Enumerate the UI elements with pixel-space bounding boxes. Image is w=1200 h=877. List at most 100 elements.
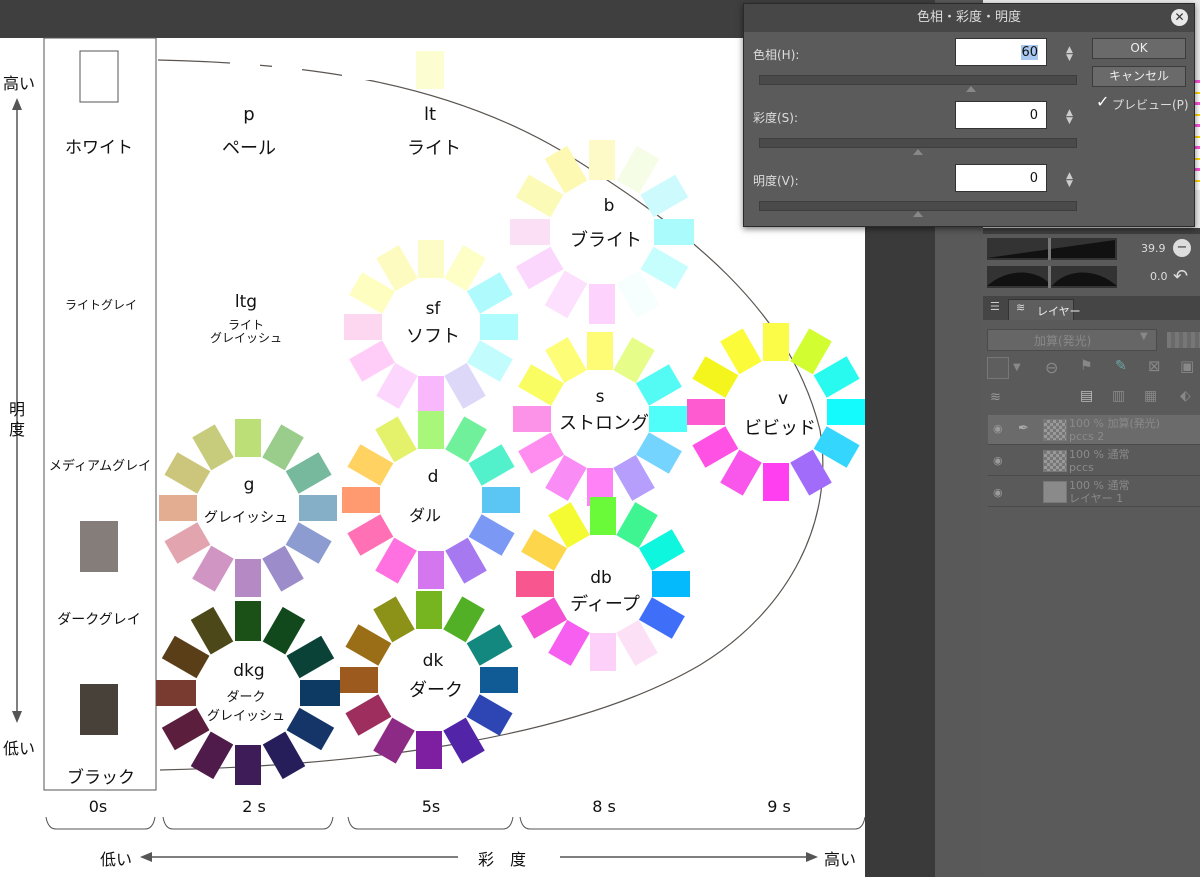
- value-label: 明度(V):: [753, 174, 799, 188]
- eye-icon[interactable]: ◉: [993, 486, 1003, 499]
- tone-swatch: [466, 624, 513, 666]
- saturation-slider[interactable]: [759, 138, 1077, 148]
- tone-swatch: [190, 731, 234, 780]
- tone-swatch: [418, 240, 444, 278]
- tone-swatch: [190, 606, 234, 655]
- wheel-d: [342, 411, 520, 589]
- tone-swatch: [345, 694, 392, 736]
- tone-sf-name: ソフト: [406, 326, 460, 347]
- preview-checkbox[interactable]: ✓: [1096, 92, 1109, 111]
- tone-p-name: ペール: [222, 138, 276, 159]
- tone-swatch: [340, 667, 378, 693]
- cancel-button[interactable]: キャンセル: [1092, 66, 1186, 87]
- tab-layer-label: レイヤー: [1037, 305, 1081, 318]
- tone-swatch: [445, 416, 487, 463]
- tone-swatch: [443, 596, 485, 643]
- zoom-out-icon[interactable]: −: [1173, 239, 1191, 257]
- saturation-spinner-icon[interactable]: ▲ ▼: [1066, 109, 1073, 126]
- tone-swatch: [587, 332, 613, 370]
- tone-g-name: グレイッシュ: [204, 510, 288, 526]
- angle-curve[interactable]: [987, 266, 1117, 288]
- panel-menu-icon[interactable]: ☰: [990, 300, 1000, 313]
- tone-swatch: [468, 514, 515, 556]
- tone-swatch: [480, 314, 518, 340]
- tone-swatch: [375, 416, 417, 463]
- tone-swatch: [516, 571, 554, 597]
- tone-v-code: v: [777, 389, 789, 409]
- opacity-slider[interactable]: [1167, 332, 1200, 348]
- tone-swatch: [164, 522, 211, 564]
- tone-swatch: [445, 537, 487, 584]
- value-slider[interactable]: [759, 201, 1077, 211]
- tone-swatch: [720, 328, 762, 375]
- tone-sf-code: sf: [425, 299, 441, 319]
- color-dropdown-icon[interactable]: ▼: [1013, 362, 1021, 373]
- tone-swatch: [235, 559, 261, 597]
- tone-swatch: [515, 174, 564, 218]
- tone-swatch: [161, 635, 210, 679]
- tone-swatch: [513, 406, 551, 432]
- brightness-axis-char2: 度: [9, 420, 26, 439]
- tone-swatch: [652, 571, 690, 597]
- saturation-tick-2: 5s: [421, 797, 441, 816]
- lock-icon[interactable]: ⊠: [1148, 357, 1161, 375]
- tone-p-code: p: [243, 104, 255, 125]
- tone-swatch: [373, 717, 415, 764]
- saturation-tick-1: 2 s: [242, 797, 266, 816]
- color-swatch-button[interactable]: [987, 357, 1009, 379]
- tone-swatch: [235, 745, 261, 785]
- tone-swatch: [468, 444, 515, 486]
- pen-icon: ✒: [1018, 421, 1029, 436]
- tone-swatch: [373, 596, 415, 643]
- tone-swatch: [192, 545, 234, 592]
- eye-icon[interactable]: ◉: [993, 454, 1003, 467]
- value-spinner-icon[interactable]: ▲ ▼: [1066, 172, 1073, 189]
- saturation-tick-3: 8 s: [592, 797, 616, 816]
- hue-spinner-icon[interactable]: ▲ ▼: [1066, 46, 1073, 63]
- eye-icon[interactable]: ◉: [993, 422, 1003, 435]
- layer-opacity-mode: 100 % 通常: [1069, 479, 1130, 492]
- saturation-input[interactable]: 0: [955, 101, 1047, 129]
- tone-swatch: [763, 463, 789, 501]
- new-vector-layer-icon[interactable]: ▥: [1112, 388, 1125, 404]
- angle-value: 0.0: [1150, 270, 1168, 283]
- saturation-slider-knob[interactable]: [913, 149, 923, 155]
- hue-slider[interactable]: [759, 75, 1077, 85]
- saturation-tick-4: 9 s: [767, 797, 791, 816]
- palette-icon[interactable]: ✎: [1115, 358, 1127, 374]
- tone-d-name: ダル: [408, 506, 442, 525]
- tone-swatch: [418, 376, 444, 414]
- tone-swatch: [590, 633, 616, 671]
- white-swatch: [79, 50, 119, 103]
- ruler-icon[interactable]: ⚑: [1080, 358, 1093, 374]
- new-layer-icon[interactable]: ▤: [1080, 388, 1093, 404]
- rotate-icon[interactable]: ↶: [1173, 266, 1188, 287]
- tone-swatch: [375, 537, 417, 584]
- tone-swatch: [813, 356, 860, 398]
- value-input[interactable]: 0: [955, 164, 1047, 192]
- tone-swatch: [482, 487, 520, 513]
- tone-swatch: [300, 680, 340, 706]
- layer-thumbnail: [1043, 481, 1067, 503]
- lt-swatch: [416, 51, 444, 89]
- dialog-title: 色相・彩度・明度: [744, 4, 1194, 32]
- hue-slider-knob[interactable]: [966, 86, 976, 92]
- merge-down-icon[interactable]: ⬖: [1180, 388, 1191, 404]
- saturation-high-label: 高い: [824, 850, 857, 869]
- tone-swatch: [416, 591, 442, 629]
- ok-button[interactable]: OK: [1092, 38, 1186, 59]
- lock-alpha-icon[interactable]: ▣: [1180, 357, 1194, 375]
- tone-swatch: [720, 449, 762, 496]
- hue-input[interactable]: 60: [955, 38, 1047, 66]
- brush-size-ramp[interactable]: [987, 238, 1117, 260]
- clip-icon[interactable]: ⊖: [1045, 358, 1058, 377]
- new-folder-icon[interactable]: ▦: [1144, 388, 1157, 404]
- tone-dkg-code: dkg: [233, 661, 265, 681]
- tone-swatch: [235, 419, 261, 457]
- value-slider-knob[interactable]: [913, 211, 923, 217]
- tone-swatch: [262, 545, 304, 592]
- preview-label: プレビュー(P): [1112, 98, 1189, 112]
- layer-name: pccs 2: [1069, 430, 1105, 443]
- panel-divider: [983, 228, 1200, 234]
- close-icon[interactable]: ✕: [1171, 9, 1188, 26]
